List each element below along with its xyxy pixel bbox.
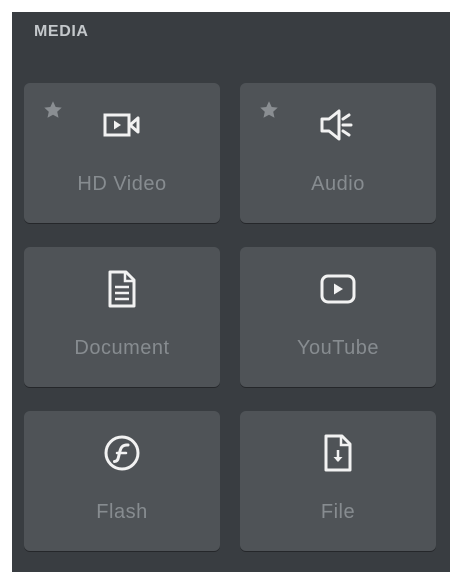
media-tile-hd-video[interactable]: HD Video xyxy=(24,83,220,223)
speaker-icon xyxy=(318,105,358,145)
tile-label: Audio xyxy=(311,173,365,195)
media-tile-audio[interactable]: Audio xyxy=(240,83,436,223)
document-icon xyxy=(102,269,142,309)
star-icon xyxy=(258,99,280,121)
video-camera-icon xyxy=(102,105,142,145)
media-tile-file[interactable]: File xyxy=(240,411,436,551)
media-panel: MEDIA HD Video Audio Document YouTube Fl… xyxy=(12,12,450,572)
media-tile-youtube[interactable]: YouTube xyxy=(240,247,436,387)
tile-label: Flash xyxy=(96,501,148,523)
tile-label: HD Video xyxy=(77,173,167,195)
tile-label: Document xyxy=(74,337,170,359)
play-button-icon xyxy=(318,269,358,309)
tile-label: YouTube xyxy=(296,337,380,359)
media-tile-document[interactable]: Document xyxy=(24,247,220,387)
media-grid: HD Video Audio Document YouTube Flash Fi… xyxy=(24,83,438,551)
tile-label: File xyxy=(320,501,356,523)
file-download-icon xyxy=(318,433,358,473)
media-tile-flash[interactable]: Flash xyxy=(24,411,220,551)
flash-icon xyxy=(102,433,142,473)
panel-title: MEDIA xyxy=(34,23,89,40)
star-icon xyxy=(42,99,64,121)
